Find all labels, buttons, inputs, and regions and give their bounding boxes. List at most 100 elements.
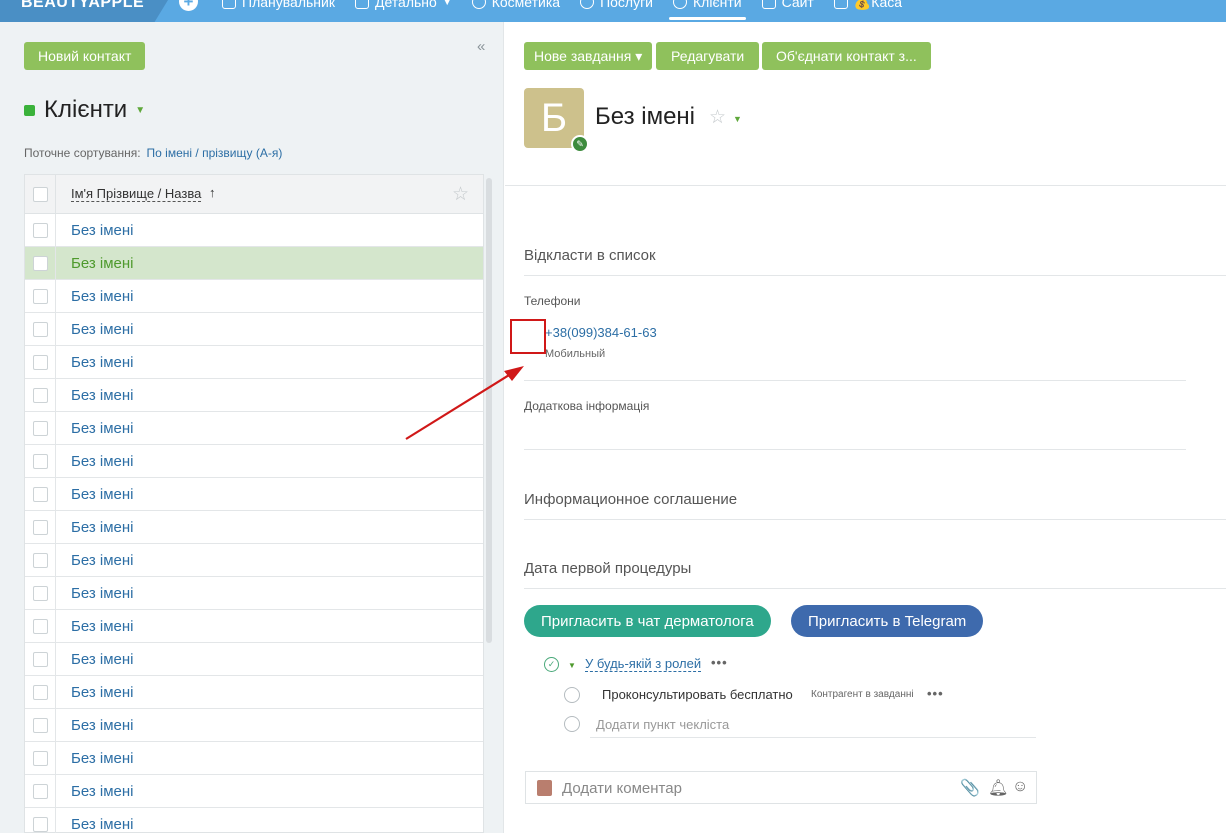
client-name-link[interactable]: Без імені <box>71 420 134 437</box>
row-checkbox[interactable] <box>33 652 48 667</box>
row-checkbox[interactable] <box>33 388 48 403</box>
table-row[interactable]: Без імені <box>25 280 483 313</box>
scrollbar[interactable] <box>486 178 492 643</box>
phone-link[interactable]: +38(099)384-61-63 <box>545 325 657 340</box>
row-checkbox[interactable] <box>33 751 48 766</box>
row-checkbox[interactable] <box>33 553 48 568</box>
sort-arrow-icon[interactable]: ↑ <box>209 185 216 200</box>
client-name-link[interactable]: Без імені <box>71 651 134 668</box>
table-row[interactable]: Без імені <box>25 742 483 775</box>
new-contact-button[interactable]: Новий контакт <box>24 42 146 70</box>
defer-to-list-section[interactable]: Відкласти в список <box>524 247 656 264</box>
pencil-icon[interactable]: ✎ <box>571 135 589 153</box>
emoji-icon[interactable]: ☺ <box>1012 778 1028 796</box>
client-name-link[interactable]: Без імені <box>71 354 134 371</box>
sort-value-link[interactable]: По імені / прізвищу (А-я) <box>147 146 283 160</box>
chevron-down-icon[interactable]: ▼ <box>733 114 742 124</box>
nav-item-6[interactable]: 💰Каса <box>833 0 902 22</box>
table-row[interactable]: Без імені <box>25 544 483 577</box>
client-name-link[interactable]: Без імені <box>71 816 134 833</box>
client-name-link[interactable]: Без імені <box>71 255 134 272</box>
bell-icon[interactable]: 🔔︎ <box>988 778 1008 798</box>
client-name-link[interactable]: Без імені <box>71 585 134 602</box>
table-row[interactable]: Без імені <box>25 775 483 808</box>
row-checkbox[interactable] <box>33 817 48 832</box>
chevron-down-icon[interactable]: ▼ <box>135 105 145 116</box>
list-title[interactable]: Клієнти ▼ <box>24 96 145 124</box>
row-checkbox[interactable] <box>33 619 48 634</box>
row-checkbox[interactable] <box>33 454 48 469</box>
table-row[interactable]: Без імені <box>25 214 483 247</box>
row-checkbox[interactable] <box>33 520 48 535</box>
client-name-link[interactable]: Без імені <box>71 519 134 536</box>
row-checkbox[interactable] <box>33 256 48 271</box>
table-row[interactable]: Без імені <box>25 445 483 478</box>
client-name-link[interactable]: Без імені <box>71 552 134 569</box>
invite-telegram-button[interactable]: Пригласить в Telegram <box>791 605 984 637</box>
brand-logo[interactable]: BEAUTYAPPLE <box>0 0 168 22</box>
table-row[interactable]: Без імені <box>25 676 483 709</box>
nav-item-0[interactable]: Планувальник <box>222 0 335 22</box>
client-name-link[interactable]: Без імені <box>71 750 134 767</box>
row-checkbox[interactable] <box>33 223 48 238</box>
table-row[interactable]: Без імені <box>25 313 483 346</box>
nav-item-2[interactable]: Косметика <box>471 0 560 22</box>
row-checkbox[interactable] <box>33 586 48 601</box>
chevron-down-icon[interactable]: ▼ <box>568 661 576 670</box>
more-options-icon[interactable]: ••• <box>927 686 944 701</box>
nav-item-3[interactable]: Послуги <box>580 0 653 22</box>
nav-item-4[interactable]: Клієнти <box>669 0 746 22</box>
table-row[interactable]: Без імені <box>25 346 483 379</box>
table-row[interactable]: Без імені <box>25 610 483 643</box>
paperclip-icon[interactable]: 📎 <box>960 778 980 798</box>
quick-add-button[interactable]: + <box>179 0 198 11</box>
collapse-panel-icon[interactable]: « <box>477 38 485 55</box>
phone-type: Мобильный <box>545 348 606 360</box>
checklist-check-icon[interactable]: ✓ <box>544 657 559 672</box>
favorite-star-icon[interactable]: ☆ <box>709 106 726 129</box>
add-checklist-item[interactable]: Додати пункт чекліста <box>596 717 729 732</box>
edit-button[interactable]: Редагувати <box>656 42 760 70</box>
checklist-item-checkbox[interactable] <box>564 687 580 703</box>
client-name-link[interactable]: Без імені <box>71 321 134 338</box>
column-header-name[interactable]: Ім'я Прізвище / Назва <box>71 187 202 202</box>
row-checkbox[interactable] <box>33 784 48 799</box>
table-row[interactable]: Без імені <box>25 511 483 544</box>
table-row[interactable]: Без імені <box>25 478 483 511</box>
table-row[interactable]: Без імені <box>25 577 483 610</box>
row-checkbox[interactable] <box>33 487 48 502</box>
nav-item-5[interactable]: Сайт <box>761 0 814 22</box>
star-icon[interactable]: ☆ <box>452 183 469 206</box>
row-checkbox[interactable] <box>33 322 48 337</box>
table-row[interactable]: Без імені <box>25 709 483 742</box>
table-row[interactable]: Без імені <box>25 247 483 280</box>
client-name-link[interactable]: Без імені <box>71 222 134 239</box>
new-task-button[interactable]: Нове завдання ▾ <box>524 42 653 70</box>
client-name-link[interactable]: Без імені <box>71 783 134 800</box>
chevron-down-icon[interactable]: ▼ <box>443 0 452 7</box>
row-checkbox[interactable] <box>33 421 48 436</box>
table-row[interactable]: Без імені <box>25 643 483 676</box>
client-name-link[interactable]: Без імені <box>71 717 134 734</box>
row-checkbox[interactable] <box>33 718 48 733</box>
client-name-link[interactable]: Без імені <box>71 288 134 305</box>
nav-item-1[interactable]: Детально ▼ <box>354 0 452 22</box>
row-checkbox[interactable] <box>33 355 48 370</box>
client-name-link[interactable]: Без імені <box>71 453 134 470</box>
client-name-link[interactable]: Без імені <box>71 387 134 404</box>
select-all-checkbox[interactable] <box>33 187 48 202</box>
client-name-link[interactable]: Без імені <box>71 618 134 635</box>
checklist-title[interactable]: У будь-якій з ролей <box>585 657 702 672</box>
checklist-item[interactable]: Проконсультировать бесплатно <box>602 687 793 702</box>
table-row[interactable]: Без імені <box>25 379 483 412</box>
row-checkbox[interactable] <box>33 289 48 304</box>
more-options-icon[interactable]: ••• <box>711 655 728 670</box>
table-row[interactable]: Без імені <box>25 808 483 833</box>
comment-input[interactable]: Додати коментар 📎 🔔︎ ☺ <box>525 771 1037 804</box>
merge-contact-button[interactable]: Об'єднати контакт з... <box>762 42 931 70</box>
client-name-link[interactable]: Без імені <box>71 486 134 503</box>
invite-dermatologist-button[interactable]: Пригласить в чат дерматолога <box>524 605 771 637</box>
table-row[interactable]: Без імені <box>25 412 483 445</box>
row-checkbox[interactable] <box>33 685 48 700</box>
client-name-link[interactable]: Без імені <box>71 684 134 701</box>
